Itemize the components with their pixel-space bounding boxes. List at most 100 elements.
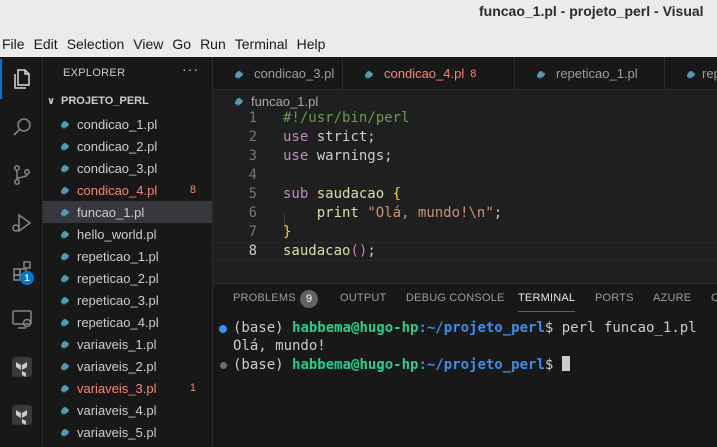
code-line: 8 saudacao(); <box>213 242 717 261</box>
tab-azure[interactable]: AZURE <box>653 292 691 304</box>
file-item[interactable]: hello_world.pl <box>43 223 212 245</box>
window-title: funcao_1.pl - projeto_perl - Visual <box>479 3 704 19</box>
menu-edit[interactable]: Edit <box>34 36 58 52</box>
line-number: 3 <box>248 148 257 164</box>
file-name: condicao_4.pl <box>77 182 158 198</box>
menu-view[interactable]: View <box>133 36 163 52</box>
terminal-path: :~/projeto_perl <box>418 320 545 336</box>
file-name: hello_world.pl <box>77 226 157 242</box>
menu-selection[interactable]: Selection <box>67 36 125 52</box>
breadcrumb-file: funcao_1.pl <box>251 93 319 109</box>
file-item[interactable]: condicao_2.pl <box>43 135 212 157</box>
tab-ports[interactable]: PORTS <box>595 292 634 304</box>
file-tree: condicao_1.pl condicao_2.pl condicao_3.plc… <box>43 113 212 443</box>
file-item[interactable]: variaveis_4.pl <box>43 399 212 421</box>
extensions-icon[interactable]: 1 <box>0 251 43 291</box>
file-item[interactable]: variaveis_1.pl <box>43 333 212 355</box>
terraform-icon[interactable] <box>0 347 43 387</box>
terminal-command: perl funcao_1.pl <box>561 320 697 336</box>
tab-debug-console[interactable]: DEBUG CONSOLE <box>406 292 505 304</box>
project-folder-label: PROJETO_PERL <box>61 95 149 107</box>
menu-go[interactable]: Go <box>172 36 191 52</box>
file-item[interactable]: condicao_3.pl <box>43 157 212 179</box>
file-item[interactable]: repeticao_2.pl <box>43 267 212 289</box>
chevron-down-icon: ∨ <box>47 95 56 107</box>
editor-tab[interactable]: repeticao_1.pl <box>515 57 665 89</box>
file-item[interactable]: condicao_1.pl <box>43 113 212 135</box>
terminal[interactable]: (base) habbema@hugo-hp:~/projeto_perl$ p… <box>213 320 717 374</box>
remote-explorer-icon[interactable] <box>0 299 43 339</box>
problems-count-badge: 9 <box>300 290 318 308</box>
file-name: condicao_3.pl <box>77 160 158 176</box>
perl-file-icon <box>233 68 249 80</box>
tab-label: repe <box>702 66 717 81</box>
tab-more[interactable]: C <box>711 292 717 304</box>
perl-file-icon <box>59 404 75 416</box>
search-icon[interactable] <box>0 107 43 147</box>
project-folder[interactable]: ∨ PROJETO_PERL <box>47 95 149 107</box>
code-editor[interactable]: 1 #!/usr/bin/perl 2 use strict; 3 use warning… <box>213 111 717 265</box>
menu-bar: File Edit Selection View Go Run Terminal… <box>0 30 717 57</box>
breadcrumb[interactable]: funcao_1.pl <box>213 91 717 111</box>
file-name: condicao_2.pl <box>77 138 158 154</box>
perl-file-icon <box>59 162 75 174</box>
file-item[interactable]: variaveis_5.pl <box>43 421 212 443</box>
editor-tab[interactable]: repe <box>665 57 717 89</box>
file-name: variaveis_5.pl <box>77 424 157 440</box>
perl-file-icon <box>59 338 75 350</box>
source-control-icon[interactable] <box>0 155 43 195</box>
perl-file-icon <box>685 68 697 80</box>
editor-tab[interactable]: condicao_4.pl 8 <box>343 57 515 89</box>
file-item[interactable]: repeticao_3.pl <box>43 289 212 311</box>
file-name: variaveis_3.pl <box>77 380 157 396</box>
editor-tab-bar: condicao_3.pl condicao_4.pl 8 repeticao_1.p… <box>213 57 717 90</box>
code-line: 1 #!/usr/bin/perl <box>213 111 717 129</box>
tab-terminal[interactable]: TERMINAL <box>518 292 576 312</box>
explorer-header: EXPLORER <box>63 67 126 79</box>
terminal-user: habbema@hugo-hp <box>292 320 419 336</box>
perl-file-icon <box>59 382 75 394</box>
code-line: 3 use warnings; <box>213 148 717 167</box>
file-item[interactable]: funcao_1.pl <box>43 201 212 223</box>
line-number: 8 <box>248 243 257 259</box>
problem-count-badge: 1 <box>189 382 196 394</box>
problem-count-badge: 8 <box>470 67 477 80</box>
tab-problems[interactable]: PROBLEMS <box>233 292 296 304</box>
file-item[interactable]: variaveis_3.pl 1 <box>43 377 212 399</box>
file-name: repeticao_3.pl <box>77 292 159 308</box>
menu-file[interactable]: File <box>2 36 25 52</box>
line-number: 1 <box>248 111 257 126</box>
file-name: variaveis_1.pl <box>77 336 157 352</box>
command-status-icon <box>219 325 227 333</box>
explorer-icon[interactable] <box>0 59 43 99</box>
terminal-output: Olá, mundo! <box>233 338 326 354</box>
code-text: saudacao(); <box>283 243 376 259</box>
perl-file-icon <box>59 228 75 240</box>
explorer-sidebar: EXPLORER ··· ∨ PROJETO_PERL condicao_1.p… <box>43 57 213 447</box>
tab-label: condicao_3.pl <box>254 66 335 81</box>
line-number: 4 <box>248 167 257 183</box>
code-line: 5 sub saudacao { <box>213 186 717 205</box>
perl-file-icon <box>59 118 75 130</box>
perl-file-icon <box>59 250 75 262</box>
line-number: 7 <box>248 224 257 240</box>
file-item[interactable]: variaveis_2.pl <box>43 355 212 377</box>
command-status-icon <box>220 362 227 369</box>
file-name: repeticao_2.pl <box>77 270 159 286</box>
file-item[interactable]: repeticao_1.pl <box>43 245 212 267</box>
menu-terminal[interactable]: Terminal <box>235 36 288 52</box>
perl-file-icon <box>59 294 75 306</box>
tab-label: condicao_4.pl <box>384 66 465 81</box>
code-line: 7} <box>213 224 717 243</box>
tab-output[interactable]: OUTPUT <box>340 292 386 304</box>
terraform-icon[interactable] <box>0 395 43 435</box>
editor-tab[interactable]: condicao_3.pl <box>213 57 343 89</box>
file-item[interactable]: repeticao_4.pl <box>43 311 212 333</box>
menu-run[interactable]: Run <box>200 36 226 52</box>
more-actions-button[interactable]: ··· <box>182 61 199 77</box>
file-name: repeticao_1.pl <box>77 248 159 264</box>
menu-help[interactable]: Help <box>297 36 326 52</box>
file-item[interactable]: condicao_4.pl 8 <box>43 179 212 201</box>
activity-bar: 1 <box>0 57 43 447</box>
run-debug-icon[interactable] <box>0 203 43 243</box>
